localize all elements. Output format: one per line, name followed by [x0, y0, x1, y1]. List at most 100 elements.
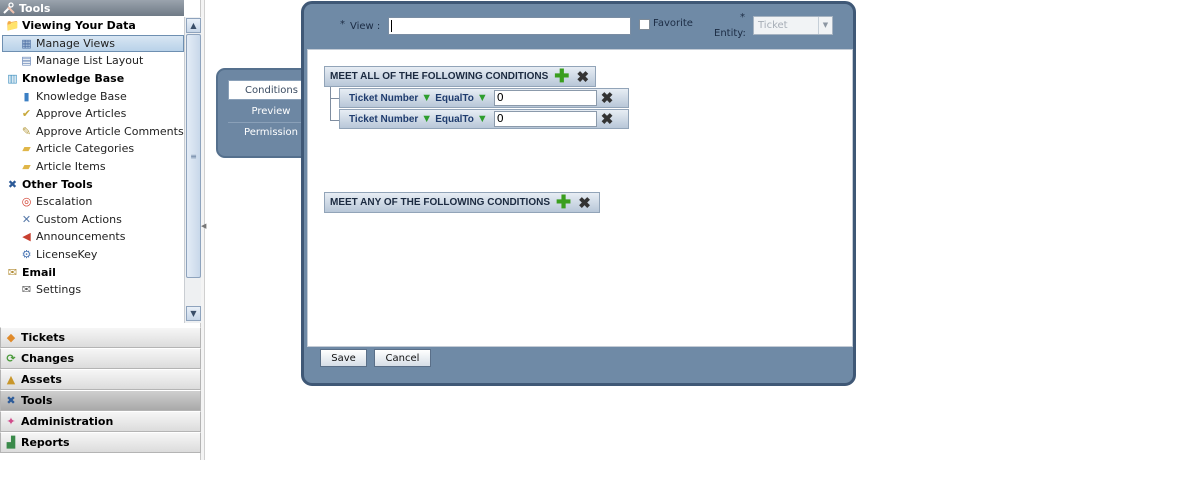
- tree-item[interactable]: ✔ Approve Articles: [0, 105, 184, 123]
- tree-item[interactable]: ✎ Approve Article Comments: [0, 123, 184, 141]
- field-dropdown-arrow-icon[interactable]: ▼: [421, 113, 432, 125]
- module-label: Assets: [21, 373, 62, 386]
- ticket-icon: ◆: [6, 331, 16, 344]
- tree-item-label: Viewing Your Data: [22, 19, 136, 33]
- tree-category[interactable]: ✉ Email: [0, 263, 184, 281]
- tree-connector: [330, 87, 331, 120]
- tree-item[interactable]: ▰ Article Categories: [0, 140, 184, 158]
- key-icon: ⚙: [21, 248, 32, 262]
- any-conditions-title: MEET ANY OF THE FOLLOWING CONDITIONS: [330, 197, 550, 208]
- layout-icon: ▤: [21, 54, 32, 68]
- remove-condition-close-icon[interactable]: ✖: [601, 89, 614, 107]
- view-required-mark: *: [340, 19, 345, 30]
- entity-select[interactable]: Ticket ▼: [753, 16, 833, 35]
- view-label: View :: [350, 21, 381, 32]
- condition-value-input[interactable]: 0: [493, 90, 597, 106]
- module-changes[interactable]: ⟳ Changes: [0, 348, 201, 369]
- tools-icon: [2, 1, 16, 15]
- tree-item[interactable]: ▮ Knowledge Base: [0, 87, 184, 105]
- tree-item[interactable]: ◎ Escalation: [0, 193, 184, 211]
- module-label: Administration: [21, 415, 114, 428]
- navigation-panel: Tools 📁 Viewing Your Data ▦ Manage Views ▤ Ma…: [0, 0, 201, 460]
- remove-all-group-close-icon[interactable]: ✖: [575, 69, 590, 86]
- add-all-condition-plus-icon[interactable]: ✚: [554, 67, 569, 85]
- scroll-thumb[interactable]: ≡: [186, 34, 201, 278]
- folder-icon: ▰: [22, 142, 31, 156]
- condition-row: Ticket Number ▼ EqualTo ▼ 0 ✖: [339, 109, 629, 129]
- module-label: Reports: [21, 436, 70, 449]
- tree-item[interactable]: ✕ Custom Actions: [0, 211, 184, 229]
- module-tools[interactable]: ✖ Tools: [0, 390, 201, 411]
- tools-panel-header[interactable]: Tools: [0, 0, 184, 16]
- all-conditions-title: MEET ALL OF THE FOLLOWING CONDITIONS: [330, 71, 549, 82]
- scroll-down-arrow-icon[interactable]: ▼: [186, 306, 201, 321]
- condition-operator[interactable]: EqualTo: [435, 114, 474, 125]
- view-name-input[interactable]: [388, 17, 631, 35]
- favorite-label: Favorite: [653, 18, 693, 29]
- entity-select-value: Ticket: [758, 20, 788, 31]
- panel-splitter[interactable]: ◀: [201, 0, 206, 460]
- tree-item[interactable]: ▦ Manage Views: [2, 34, 184, 53]
- chevron-down-icon[interactable]: ▼: [818, 17, 832, 34]
- reports-icon: ▟: [6, 436, 16, 449]
- cancel-button[interactable]: Cancel: [374, 349, 431, 367]
- email-icon: ✉: [7, 265, 18, 279]
- tree-item[interactable]: ▰ Article Items: [0, 158, 184, 176]
- favorite-checkbox[interactable]: [639, 19, 650, 30]
- books-icon: ▥: [7, 72, 18, 86]
- tree-item-label: Settings: [36, 283, 82, 297]
- tree-category[interactable]: ✖ Other Tools: [0, 175, 184, 193]
- views-icon: ▦: [21, 36, 32, 50]
- module-label: Tools: [21, 394, 53, 407]
- changes-icon: ⟳: [6, 352, 16, 365]
- side-tab-panel: Conditions Preview Permission: [216, 68, 314, 158]
- add-any-condition-plus-icon[interactable]: ✚: [556, 193, 571, 211]
- lifebuoy-icon: ◎: [21, 195, 32, 209]
- condition-field[interactable]: Ticket Number: [349, 93, 418, 104]
- entity-required-mark: *: [740, 12, 745, 23]
- tree-item[interactable]: ◀ Announcements: [0, 228, 184, 246]
- tree-scrollbar[interactable]: ▲ ≡ ▼: [184, 17, 201, 323]
- tree-item-label: Custom Actions: [36, 212, 122, 226]
- puzzle-icon: ✦: [6, 415, 16, 428]
- tree-item[interactable]: ✉ Settings: [0, 281, 184, 299]
- any-conditions-group-header: MEET ANY OF THE FOLLOWING CONDITIONS ✚ ✖: [324, 192, 600, 213]
- module-label: Changes: [21, 352, 75, 365]
- condition-value-input[interactable]: 0: [493, 111, 597, 127]
- approve-icon: ✔: [21, 107, 32, 121]
- condition-row: Ticket Number ▼ EqualTo ▼ 0 ✖: [339, 88, 629, 108]
- tools-panel-title: Tools: [19, 1, 51, 15]
- condition-field[interactable]: Ticket Number: [349, 114, 418, 125]
- collapse-arrow-icon[interactable]: ◀: [201, 222, 206, 236]
- remove-any-group-close-icon[interactable]: ✖: [577, 195, 592, 212]
- email-settings-icon: ✉: [21, 283, 32, 297]
- megaphone-icon: ◀: [22, 230, 31, 244]
- book-icon: ▮: [23, 89, 30, 103]
- scroll-up-arrow-icon[interactable]: ▲: [186, 18, 201, 33]
- field-dropdown-arrow-icon[interactable]: ▼: [421, 92, 432, 104]
- tree-item-label: Email: [22, 265, 56, 279]
- tree-item[interactable]: ⚙ LicenseKey: [0, 246, 184, 264]
- tree-item-label: Manage Views: [36, 36, 116, 50]
- tools-icon: ✖: [6, 394, 16, 407]
- save-button[interactable]: Save: [320, 349, 367, 367]
- tree-item-label: Article Categories: [36, 142, 135, 156]
- tree-item-label: Escalation: [36, 195, 93, 209]
- tree-item-label: LicenseKey: [36, 248, 98, 262]
- module-assets[interactable]: ▲ Assets: [0, 369, 201, 390]
- module-administration[interactable]: ✦ Administration: [0, 411, 201, 432]
- tools-icon: ✖: [7, 177, 18, 191]
- tools-small-icon: ✕: [21, 212, 32, 226]
- assets-icon: ▲: [6, 373, 16, 386]
- tools-tree: 📁 Viewing Your Data ▦ Manage Views ▤ Manage L…: [0, 17, 184, 323]
- tree-category[interactable]: 📁 Viewing Your Data: [0, 17, 184, 35]
- operator-dropdown-arrow-icon[interactable]: ▼: [477, 113, 488, 125]
- module-reports[interactable]: ▟ Reports: [0, 432, 201, 453]
- tree-category[interactable]: ▥ Knowledge Base: [0, 70, 184, 88]
- module-list: ◆ Tickets ⟳ Changes ▲ Assets ✖ Tools ✦ Administra…: [0, 327, 201, 453]
- condition-operator[interactable]: EqualTo: [435, 93, 474, 104]
- tree-item[interactable]: ▤ Manage List Layout: [0, 52, 184, 70]
- operator-dropdown-arrow-icon[interactable]: ▼: [477, 92, 488, 104]
- module-tickets[interactable]: ◆ Tickets: [0, 327, 201, 348]
- remove-condition-close-icon[interactable]: ✖: [601, 110, 614, 128]
